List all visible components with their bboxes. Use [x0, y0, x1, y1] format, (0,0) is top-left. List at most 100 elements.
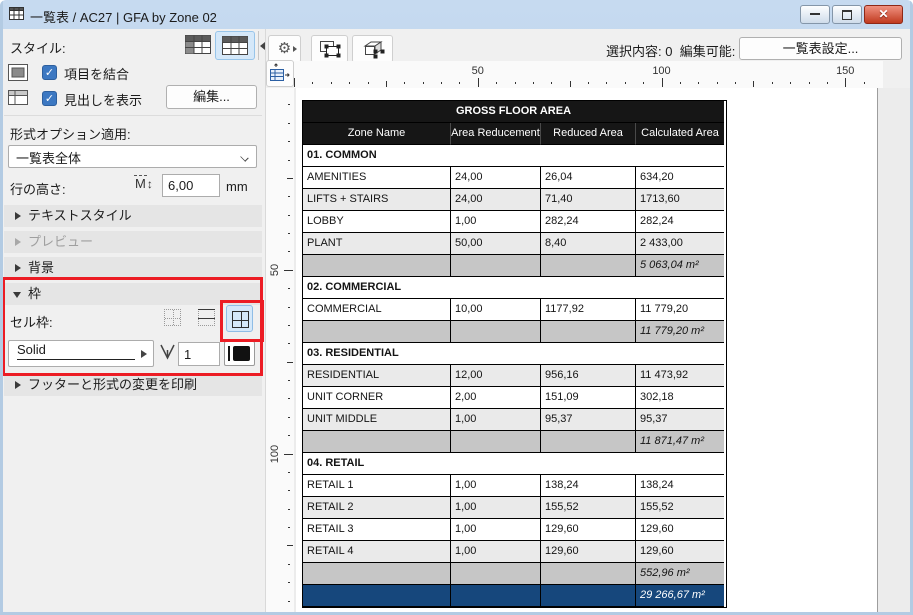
ruler-origin-button[interactable] — [266, 60, 294, 87]
style-option-compact-button[interactable] — [183, 32, 213, 59]
edit-button[interactable]: 編集... — [166, 85, 257, 109]
table-cell[interactable]: 1,00 — [451, 409, 541, 431]
table-cell[interactable]: UNIT MIDDLE — [303, 409, 451, 431]
table-cell[interactable]: 1,00 — [451, 211, 541, 233]
table-cell[interactable]: 129,60 — [541, 541, 636, 563]
table-cell[interactable]: AMENITIES — [303, 167, 451, 189]
section-frame[interactable]: 枠 — [4, 283, 262, 305]
table-section-row[interactable]: 03. RESIDENTIAL — [303, 343, 726, 365]
table-cell[interactable]: UNIT CORNER — [303, 387, 451, 409]
schedule-settings-button[interactable]: 一覧表設定... — [739, 37, 902, 60]
table-cell[interactable]: 1,00 — [451, 541, 541, 563]
style-option-grid-button[interactable] — [215, 31, 255, 60]
gfa-schedule-table: GROSS FLOOR AREAZone NameArea Reducement… — [302, 100, 727, 608]
table-cell[interactable]: 50,00 — [451, 233, 541, 255]
merge-items-checkbox[interactable]: ✓ — [42, 65, 57, 80]
table-cell[interactable]: 155,52 — [541, 497, 636, 519]
table-cell[interactable]: 1,00 — [451, 519, 541, 541]
table-cell[interactable]: 10,00 — [451, 299, 541, 321]
table-cell[interactable]: 03. RESIDENTIAL — [303, 343, 724, 365]
table-cell[interactable]: 8,40 — [541, 233, 636, 255]
show-heading-checkbox[interactable]: ✓ — [42, 91, 57, 106]
table-section-row[interactable]: 04. RETAIL — [303, 453, 726, 475]
table-cell[interactable]: 2 433,00 — [636, 233, 724, 255]
table-cell[interactable]: 129,60 — [636, 519, 724, 541]
table-cell[interactable]: RETAIL 2 — [303, 497, 451, 519]
table-row[interactable]: RESIDENTIAL12,00956,1611 473,92 — [303, 365, 726, 387]
table-cell[interactable]: 12,00 — [451, 365, 541, 387]
table-cell[interactable]: 1713,60 — [636, 189, 724, 211]
table-cell[interactable]: 1,00 — [451, 497, 541, 519]
table-cell[interactable]: 04. RETAIL — [303, 453, 724, 475]
table-cell[interactable]: 26,04 — [541, 167, 636, 189]
row-height-input[interactable] — [162, 174, 220, 197]
table-cell[interactable]: 11 779,20 — [636, 299, 724, 321]
table-cell[interactable]: LIFTS + STAIRS — [303, 189, 451, 211]
table-row[interactable]: RETAIL 41,00129,60129,60 — [303, 541, 726, 563]
table-row[interactable]: LIFTS + STAIRS24,0071,401713,60 — [303, 189, 726, 211]
table-cell[interactable]: 95,37 — [636, 409, 724, 431]
cell-border-horizontal-button[interactable] — [194, 305, 220, 331]
minimize-button[interactable] — [800, 5, 830, 24]
line-type-select[interactable]: Solid — [8, 340, 154, 367]
table-cell[interactable]: 634,20 — [636, 167, 724, 189]
table-row[interactable]: RETAIL 31,00129,60129,60 — [303, 519, 726, 541]
table-cell[interactable]: 151,09 — [541, 387, 636, 409]
table-cell[interactable]: 129,60 — [636, 541, 724, 563]
table-cell[interactable]: 282,24 — [541, 211, 636, 233]
table-cell[interactable]: RETAIL 3 — [303, 519, 451, 541]
pen-color-button[interactable] — [224, 341, 255, 366]
cell-border-none-button[interactable] — [160, 305, 186, 331]
table-row[interactable]: RETAIL 21,00155,52155,52 — [303, 497, 726, 519]
table-section-row[interactable]: 02. COMMERCIAL — [303, 277, 726, 299]
section-background[interactable]: 背景 — [4, 257, 262, 279]
table-section-row[interactable]: 01. COMMON — [303, 145, 726, 167]
table-cell[interactable]: PLANT — [303, 233, 451, 255]
table-cell[interactable]: 1,00 — [451, 475, 541, 497]
pen-weight-input[interactable] — [178, 342, 220, 366]
restore-button[interactable] — [832, 5, 862, 24]
close-button[interactable]: ✕ — [864, 5, 903, 24]
table-row[interactable]: AMENITIES24,0026,04634,20 — [303, 167, 726, 189]
table-cell[interactable]: 138,24 — [541, 475, 636, 497]
table-row[interactable]: LOBBY1,00282,24282,24 — [303, 211, 726, 233]
table-cell[interactable]: 02. COMMERCIAL — [303, 277, 724, 299]
table-cell — [541, 255, 636, 277]
table-cell[interactable]: 11 473,92 — [636, 365, 724, 387]
select-in-3d-button[interactable] — [352, 35, 393, 63]
table-cell[interactable]: 302,18 — [636, 387, 724, 409]
title-bar[interactable]: 一覧表 / AC27 | GFA by Zone 02 ✕ — [0, 0, 913, 29]
row-height-mode-icon[interactable]: M↕ — [134, 176, 153, 191]
section-text-style[interactable]: テキストスタイル — [4, 205, 262, 227]
ruler-tick — [287, 178, 293, 179]
table-cell[interactable]: 2,00 — [451, 387, 541, 409]
table-row[interactable]: RETAIL 11,00138,24138,24 — [303, 475, 726, 497]
gear-icon: ⚙ — [278, 40, 291, 57]
table-row[interactable]: UNIT CORNER2,00151,09302,18 — [303, 387, 726, 409]
table-cell[interactable]: 01. COMMON — [303, 145, 724, 167]
table-cell[interactable]: RETAIL 1 — [303, 475, 451, 497]
table-cell[interactable]: COMMERCIAL — [303, 299, 451, 321]
table-cell[interactable]: 71,40 — [541, 189, 636, 211]
table-row[interactable]: COMMERCIAL10,001177,9211 779,20 — [303, 299, 726, 321]
table-cell[interactable]: 24,00 — [451, 167, 541, 189]
table-cell[interactable]: 24,00 — [451, 189, 541, 211]
table-cell[interactable]: RETAIL 4 — [303, 541, 451, 563]
table-cell[interactable]: LOBBY — [303, 211, 451, 233]
table-cell[interactable]: 282,24 — [636, 211, 724, 233]
cell-border-all-button[interactable] — [226, 305, 253, 332]
table-cell[interactable]: 155,52 — [636, 497, 724, 519]
section-footer-print[interactable]: フッターと形式の変更を印刷 — [4, 374, 262, 396]
table-cell[interactable]: 129,60 — [541, 519, 636, 541]
settings-flyout-button[interactable]: ⚙ — [268, 35, 301, 63]
table-cell[interactable]: 956,16 — [541, 365, 636, 387]
table-cell[interactable]: 95,37 — [541, 409, 636, 431]
table-row[interactable]: UNIT MIDDLE1,0095,3795,37 — [303, 409, 726, 431]
table-cell[interactable]: 1177,92 — [541, 299, 636, 321]
table-cell — [451, 431, 541, 453]
format-scope-select[interactable]: 一覧表全体 — [8, 145, 257, 168]
table-row[interactable]: PLANT50,008,402 433,00 — [303, 233, 726, 255]
select-zones-button[interactable] — [311, 35, 348, 63]
table-cell[interactable]: RESIDENTIAL — [303, 365, 451, 387]
table-cell[interactable]: 138,24 — [636, 475, 724, 497]
